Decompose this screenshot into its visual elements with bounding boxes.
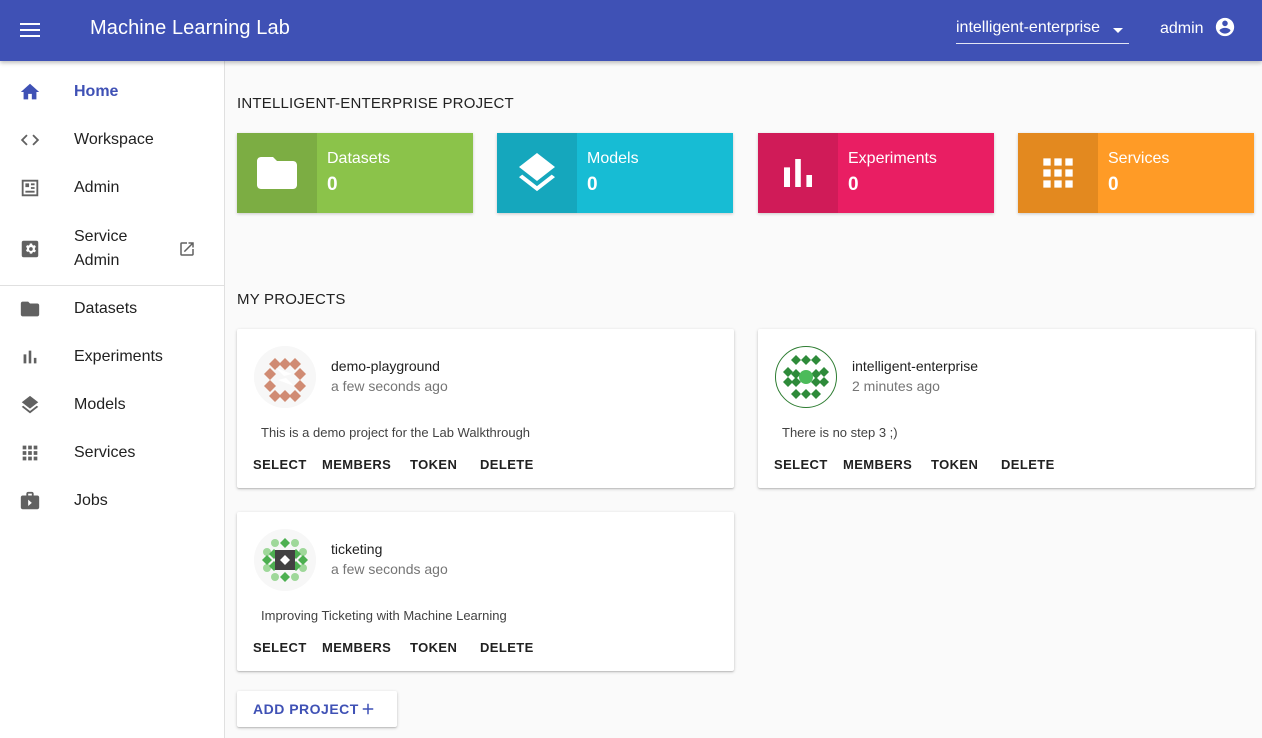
sidebar-item-jobs[interactable]: Jobs bbox=[0, 477, 224, 525]
project-description: There is no step 3 ;) bbox=[782, 425, 898, 440]
settings-box-icon bbox=[19, 238, 41, 260]
stat-label: Models bbox=[587, 150, 639, 167]
token-button[interactable]: TOKEN bbox=[410, 457, 480, 472]
select-button[interactable]: SELECT bbox=[253, 457, 322, 472]
stat-value: 0 bbox=[848, 174, 859, 195]
token-button[interactable]: TOKEN bbox=[931, 457, 1001, 472]
stat-label: Experiments bbox=[848, 150, 937, 167]
project-name: intelligent-enterprise bbox=[852, 358, 979, 374]
sidebar-item-models[interactable]: Models bbox=[0, 381, 224, 429]
project-description: This is a demo project for the Lab Walkt… bbox=[261, 425, 531, 440]
sidebar-item-label: Datasets bbox=[74, 300, 138, 317]
bar-chart-icon bbox=[758, 133, 838, 213]
add-project-button[interactable]: ADD PROJECT bbox=[237, 691, 397, 727]
sidebar-item-service-admin[interactable]: Service Admin bbox=[0, 224, 224, 274]
stat-value: 0 bbox=[327, 174, 338, 195]
project-avatar bbox=[254, 529, 316, 591]
admin-panel-icon bbox=[19, 177, 41, 199]
layers-icon bbox=[497, 133, 577, 213]
add-project-label: ADD PROJECT bbox=[253, 701, 359, 717]
sidebar-item-datasets[interactable]: Datasets bbox=[0, 285, 224, 333]
project-time: a few seconds ago bbox=[331, 561, 448, 577]
sidebar-item-label: Jobs bbox=[74, 492, 108, 509]
stat-label: Services bbox=[1108, 150, 1170, 167]
apps-grid-icon bbox=[19, 442, 41, 464]
members-button[interactable]: MEMBERS bbox=[322, 640, 410, 655]
sidebar-item-admin[interactable]: Admin bbox=[0, 164, 224, 212]
members-button[interactable]: MEMBERS bbox=[322, 457, 410, 472]
project-card-ticketing: ticketing a few seconds ago Improving Ti… bbox=[237, 512, 734, 671]
project-heading: INTELLIGENT-ENTERPRISE PROJECT bbox=[237, 95, 514, 112]
sidebar-item-services[interactable]: Services bbox=[0, 429, 224, 477]
app-title: Machine Learning Lab bbox=[90, 17, 290, 39]
sidebar-item-home[interactable]: Home bbox=[0, 68, 224, 116]
project-avatar bbox=[775, 346, 837, 408]
stat-card-experiments[interactable]: Experiments 0 bbox=[758, 133, 994, 213]
account-circle-icon bbox=[1214, 16, 1236, 43]
layers-icon bbox=[19, 394, 41, 416]
select-button[interactable]: SELECT bbox=[774, 457, 843, 472]
sidebar-item-label: Experiments bbox=[74, 348, 163, 365]
sidebar-item-label: Service Admin bbox=[74, 228, 128, 269]
project-selector[interactable]: intelligent-enterprise bbox=[956, 16, 1129, 44]
sidebar-item-label: Services bbox=[74, 444, 136, 461]
project-card-intelligent-enterprise: intelligent-enterprise 2 minutes ago The… bbox=[758, 329, 1255, 488]
project-name: demo-playground bbox=[331, 358, 440, 374]
project-description: Improving Ticketing with Machine Learnin… bbox=[261, 608, 507, 623]
stat-card-datasets[interactable]: Datasets 0 bbox=[237, 133, 473, 213]
home-icon bbox=[19, 81, 41, 103]
project-time: 2 minutes ago bbox=[852, 378, 940, 394]
code-icon bbox=[19, 129, 41, 151]
stat-card-services[interactable]: Services 0 bbox=[1018, 133, 1254, 213]
members-button[interactable]: MEMBERS bbox=[843, 457, 931, 472]
sidebar-item-label: Models bbox=[74, 396, 126, 413]
menu-icon[interactable] bbox=[18, 18, 42, 42]
stat-label: Datasets bbox=[327, 150, 391, 167]
folder-icon bbox=[19, 298, 41, 320]
stat-value: 0 bbox=[587, 174, 598, 195]
delete-button[interactable]: DELETE bbox=[480, 457, 534, 472]
user-menu[interactable]: admin bbox=[1160, 14, 1236, 44]
token-button[interactable]: TOKEN bbox=[410, 640, 480, 655]
bar-chart-icon bbox=[19, 346, 41, 368]
plus-icon bbox=[359, 700, 377, 718]
apps-grid-icon bbox=[1018, 133, 1098, 213]
select-button[interactable]: SELECT bbox=[253, 640, 322, 655]
briefcase-icon bbox=[19, 490, 41, 512]
sidebar-item-label: Admin bbox=[74, 179, 120, 196]
app-bar: Machine Learning Lab intelligent-enterpr… bbox=[0, 0, 1262, 61]
project-card-demo-playground: demo-playground a few seconds ago This i… bbox=[237, 329, 734, 488]
sidebar: Home Workspace Admin Service Admin Datas… bbox=[0, 61, 225, 738]
stat-card-models[interactable]: Models 0 bbox=[497, 133, 733, 213]
projects-heading: MY PROJECTS bbox=[237, 291, 346, 308]
project-time: a few seconds ago bbox=[331, 378, 448, 394]
delete-button[interactable]: DELETE bbox=[480, 640, 534, 655]
stat-value: 0 bbox=[1108, 174, 1119, 195]
sidebar-item-experiments[interactable]: Experiments bbox=[0, 333, 224, 381]
project-avatar bbox=[254, 346, 316, 408]
user-name: admin bbox=[1160, 20, 1204, 37]
sidebar-item-workspace[interactable]: Workspace bbox=[0, 116, 224, 164]
delete-button[interactable]: DELETE bbox=[1001, 457, 1055, 472]
chevron-down-icon bbox=[1113, 28, 1123, 33]
folder-icon bbox=[237, 133, 317, 213]
open-in-new-icon[interactable] bbox=[178, 240, 196, 258]
sidebar-item-label: Workspace bbox=[74, 131, 154, 148]
sidebar-item-label: Home bbox=[74, 83, 119, 100]
project-selector-value: intelligent-enterprise bbox=[956, 19, 1101, 36]
project-name: ticketing bbox=[331, 541, 383, 557]
